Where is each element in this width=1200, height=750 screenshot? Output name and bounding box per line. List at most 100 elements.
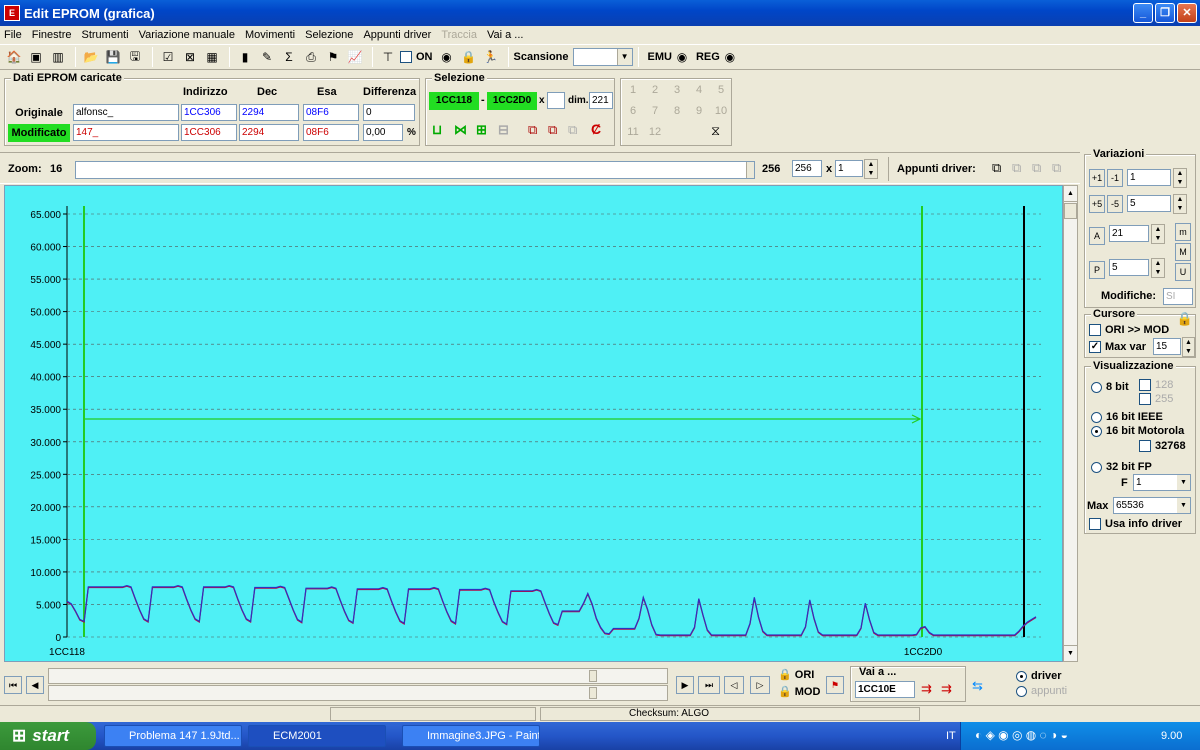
motorola-option[interactable]: 16 bit Motorola <box>1091 425 1184 437</box>
menu-finestre[interactable]: Finestre <box>32 29 72 41</box>
variazione-2-spinner[interactable]: ▲ ▼ <box>1173 194 1187 214</box>
compare-icon[interactable]: ⊠ <box>180 47 200 67</box>
windows-icon[interactable]: ▣ <box>26 47 46 67</box>
variazione-p-field[interactable]: 5 <box>1109 259 1149 276</box>
sync-icon[interactable]: ⧖ <box>711 123 720 139</box>
emu-indicator-icon[interactable]: ◉ <box>672 47 692 67</box>
edit-icon[interactable]: ✎ <box>257 47 277 67</box>
menu-selezione[interactable]: Selezione <box>305 29 353 41</box>
task-ecm2001[interactable]: ECM2001 <box>248 725 386 747</box>
originale-differenza-field[interactable]: 0 <box>363 104 415 121</box>
vai-a-field[interactable]: 1CC10E <box>855 681 915 698</box>
open-folder-icon[interactable]: 📂 <box>81 47 101 67</box>
max-var-option[interactable]: ✓ Max var <box>1089 341 1146 354</box>
graph-svg[interactable]: 65.000 60.000 55.000 50.000 45.000 40.000 35.0… <box>5 186 1062 661</box>
scroll-thumb[interactable] <box>1064 203 1077 219</box>
lock-icon[interactable]: 🔒 <box>459 47 479 67</box>
eprom-graph[interactable]: 65.000 60.000 55.000 50.000 45.000 40.000 35.0… <box>4 185 1063 662</box>
u-icon[interactable]: U <box>1175 263 1191 281</box>
hex-icon[interactable]: ▦ <box>202 47 222 67</box>
scroll-down-icon[interactable]: ▼ <box>1064 645 1077 661</box>
reset-icon[interactable]: Ȼ <box>591 121 601 137</box>
fp32-option[interactable]: 32 bit FP <box>1091 461 1152 473</box>
selection-start-field[interactable]: 1CC118 <box>429 92 479 110</box>
reg-indicator-icon[interactable]: ◉ <box>720 47 740 67</box>
variazione-a-spinner[interactable]: ▲ ▼ <box>1151 224 1165 244</box>
sum-icon[interactable]: Σ <box>279 47 299 67</box>
bottom-scrollbar[interactable] <box>48 685 668 701</box>
modificato-name-field[interactable]: 147_ <box>73 124 179 141</box>
selection-x-field[interactable] <box>547 92 565 109</box>
panel-icon[interactable]: ▥ <box>48 47 68 67</box>
clipboard-copy-icon[interactable]: ⧉ <box>992 160 1001 176</box>
first-page-icon[interactable]: ⏮ <box>4 676 22 694</box>
modificato-esa-field[interactable]: 08F6 <box>303 124 359 141</box>
save-as-icon[interactable]: 🖫 <box>125 47 145 67</box>
check-icon[interactable]: ☑ <box>158 47 178 67</box>
menu-movimenti[interactable]: Movimenti <box>245 29 295 41</box>
mod-button[interactable]: 🔒 MOD <box>778 685 820 698</box>
max-var-checkbox[interactable]: ✓ <box>1089 341 1101 354</box>
variazione-1-field[interactable]: 1 <box>1127 169 1171 186</box>
modificato-indirizzo-field[interactable]: 1CC306 <box>181 124 237 141</box>
filter-icon[interactable]: ⊤ <box>378 47 398 67</box>
start-button[interactable]: ⊞ start <box>0 722 96 750</box>
copy-icon[interactable]: ⧉ <box>528 122 537 138</box>
scansione-select[interactable]: ▼ <box>572 48 633 66</box>
zoom-spinner[interactable]: ▲ ▼ <box>864 159 878 179</box>
variazione-a-field[interactable]: 21 <box>1109 225 1149 242</box>
step-back-icon[interactable]: ◁ <box>724 676 744 694</box>
dim-field[interactable]: 221 <box>589 92 613 109</box>
modificato-button[interactable]: Modificato <box>8 124 70 142</box>
maximize-button[interactable]: ❐ <box>1155 3 1175 23</box>
modificato-dec-field[interactable]: 2294 <box>239 124 299 141</box>
originale-button[interactable]: Originale <box>8 104 70 122</box>
ori-mod-checkbox[interactable] <box>1089 324 1101 337</box>
driver-option[interactable]: driver <box>1016 670 1062 682</box>
usa-info-checkbox[interactable] <box>1089 518 1101 531</box>
language-indicator[interactable]: IT <box>946 730 956 742</box>
on-checkbox[interactable] <box>400 51 412 63</box>
originale-esa-field[interactable]: 08F6 <box>303 104 359 121</box>
8bit-option[interactable]: 8 bit <box>1091 381 1129 393</box>
next-page-icon[interactable]: ▶ <box>676 676 694 694</box>
m-lower-icon[interactable]: m <box>1175 223 1191 241</box>
padlock-icon[interactable]: 🔒 <box>1177 311 1193 327</box>
32768-option[interactable]: 32768 <box>1139 440 1186 453</box>
ori-mod-option[interactable]: ORI >> MOD <box>1089 324 1169 337</box>
ori-button[interactable]: 🔒 ORI <box>778 668 814 681</box>
selection-end-field[interactable]: 1CC2D0 <box>487 92 537 110</box>
ieee-radio[interactable] <box>1091 411 1102 423</box>
go-ori-icon[interactable]: ⇉ <box>921 681 932 697</box>
bottom-scrollbar-thumb[interactable] <box>589 687 597 699</box>
zoom-mult-field[interactable]: 1 <box>835 160 863 177</box>
minus-five-icon[interactable]: -5 <box>1107 195 1123 213</box>
originale-indirizzo-field[interactable]: 1CC306 <box>181 104 237 121</box>
save-icon[interactable]: 💾 <box>103 47 123 67</box>
variazione-p-spinner[interactable]: ▲ ▼ <box>1151 258 1165 278</box>
8bit-radio[interactable] <box>1091 381 1102 393</box>
ieee-option[interactable]: 16 bit IEEE <box>1091 411 1163 423</box>
run-icon[interactable]: 🏃 <box>481 47 501 67</box>
memory-icon[interactable]: ▮ <box>235 47 255 67</box>
print-icon[interactable]: ⎙ <box>301 47 321 67</box>
zoom-slider-thumb[interactable] <box>746 162 754 178</box>
usa-info-option[interactable]: Usa info driver <box>1089 518 1182 531</box>
top-scrollbar[interactable] <box>48 668 668 684</box>
menu-file[interactable]: File <box>4 29 22 41</box>
zoom-value-field[interactable]: 256 <box>792 160 822 177</box>
tray-icons[interactable]: ◐ ◈ ◉ ◎ ◍ ◌ ◑ ◒ <box>975 728 1068 742</box>
minimize-button[interactable]: _ <box>1133 3 1153 23</box>
m-upper-icon[interactable]: M <box>1175 243 1191 261</box>
driver-radio[interactable] <box>1016 670 1027 682</box>
originale-dec-field[interactable]: 2294 <box>239 104 299 121</box>
arrow-transfer-icon[interactable]: ⇆ <box>972 678 983 694</box>
select-full-icon[interactable]: ⊞ <box>476 122 487 138</box>
go-mod-icon[interactable]: ⇉ <box>941 681 952 697</box>
flag-compare-icon[interactable]: ⚑ <box>826 676 844 694</box>
menu-vai-a[interactable]: Vai a ... <box>487 29 523 41</box>
plus-five-icon[interactable]: +5 <box>1089 195 1105 213</box>
menu-appunti-driver[interactable]: Appunti driver <box>363 29 431 41</box>
originale-name-field[interactable]: alfonsc_ <box>73 104 179 121</box>
menu-strumenti[interactable]: Strumenti <box>81 29 128 41</box>
